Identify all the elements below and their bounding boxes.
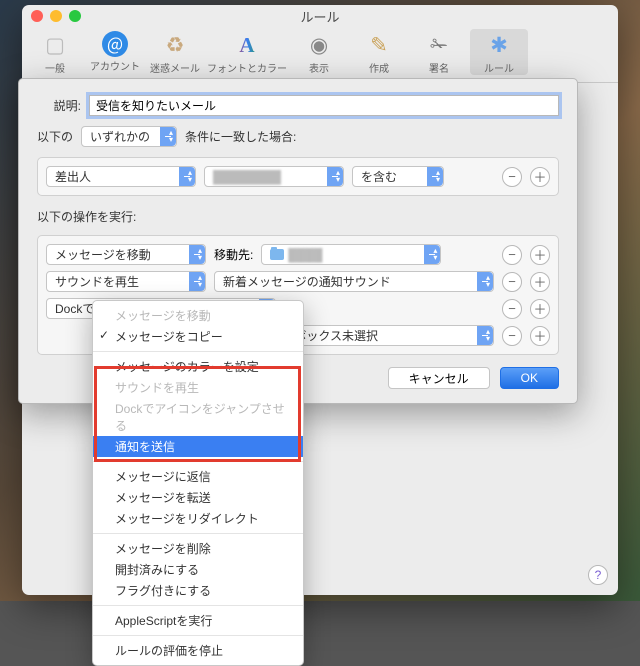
tab-label: 一般: [45, 60, 65, 75]
tab-rules[interactable]: ✱ ルール: [470, 29, 528, 75]
menu-item-reply[interactable]: メッセージに返信: [93, 466, 303, 487]
ok-button[interactable]: OK: [500, 367, 559, 389]
condition-field-popup[interactable]: 差出人▴▾: [46, 166, 196, 187]
tab-signatures[interactable]: ✁ 署名: [410, 29, 468, 75]
junk-icon: ♻: [160, 31, 190, 59]
tab-label: 署名: [429, 60, 449, 75]
description-input[interactable]: [89, 95, 559, 116]
add-condition-button[interactable]: ＋: [530, 167, 550, 187]
signatures-icon: ✁: [424, 31, 454, 59]
tab-fonts[interactable]: A フォントとカラー: [206, 29, 288, 75]
menu-item-copy[interactable]: メッセージをコピー: [93, 326, 303, 347]
menu-item-forward[interactable]: メッセージを転送: [93, 487, 303, 508]
add-action-button[interactable]: ＋: [530, 326, 550, 346]
toolbar: ▢ 一般 ＠ アカウント ♻ 迷惑メール A フォントとカラー ◉ 表示 ✎ 作…: [22, 27, 618, 83]
remove-action-button[interactable]: −: [502, 299, 522, 319]
remove-action-button[interactable]: −: [502, 272, 522, 292]
menu-item-sound: サウンドを再生: [93, 377, 303, 398]
add-action-button[interactable]: ＋: [530, 245, 550, 265]
window-title: ルール: [22, 7, 618, 26]
menu-item-dock: Dockでアイコンをジャンプさせる: [93, 398, 303, 436]
menu-item-notify[interactable]: 通知を送信: [93, 436, 303, 457]
menu-item-move: メッセージを移動: [93, 305, 303, 326]
conditions-group: 差出人▴▾ ████████▴▾ を含む▴▾ − ＋: [37, 157, 559, 196]
menu-item-redirect[interactable]: メッセージをリダイレクト: [93, 508, 303, 529]
remove-action-button[interactable]: −: [502, 326, 522, 346]
move-dest-popup[interactable]: ████▴▾: [261, 244, 441, 265]
sound-popup[interactable]: 新着メッセージの通知サウンド▴▾: [214, 271, 494, 292]
tab-label: フォントとカラー: [207, 60, 287, 75]
tab-label: アカウント: [90, 58, 140, 73]
condition-prefix: 以下の: [37, 128, 73, 145]
tab-label: 作成: [369, 60, 389, 75]
remove-condition-button[interactable]: −: [502, 167, 522, 187]
action-type-popup[interactable]: メッセージを移動▴▾: [46, 244, 206, 265]
fonts-icon: A: [232, 31, 262, 59]
condition-suffix: 条件に一致した場合:: [185, 128, 296, 145]
add-action-button[interactable]: ＋: [530, 272, 550, 292]
action-type-menu: メッセージを移動 メッセージをコピー メッセージのカラーを設定 サウンドを再生 …: [92, 300, 304, 666]
viewing-icon: ◉: [304, 31, 334, 59]
tab-composing[interactable]: ✎ 作成: [350, 29, 408, 75]
at-icon: ＠: [102, 31, 128, 57]
help-button[interactable]: ?: [588, 565, 608, 585]
tab-junk[interactable]: ♻ 迷惑メール: [146, 29, 204, 75]
menu-item-delete[interactable]: メッセージを削除: [93, 538, 303, 559]
general-icon: ▢: [40, 31, 70, 59]
condition-any-popup[interactable]: いずれかの▴▾: [81, 126, 177, 147]
move-dest-label: 移動先:: [214, 246, 253, 263]
menu-item-markread[interactable]: 開封済みにする: [93, 559, 303, 580]
add-action-button[interactable]: ＋: [530, 299, 550, 319]
menu-separator: [93, 635, 303, 636]
actions-label: 以下の操作を実行:: [37, 208, 136, 225]
tab-label: 表示: [309, 60, 329, 75]
rules-icon: ✱: [484, 31, 514, 59]
remove-action-button[interactable]: −: [502, 245, 522, 265]
description-label: 説明:: [37, 97, 81, 114]
menu-separator: [93, 351, 303, 352]
tab-accounts[interactable]: ＠ アカウント: [86, 29, 144, 73]
tab-label: ルール: [484, 60, 514, 75]
condition-op-popup[interactable]: を含む▴▾: [352, 166, 444, 187]
tab-label: 迷惑メール: [150, 60, 200, 75]
menu-separator: [93, 461, 303, 462]
menu-item-flag[interactable]: フラグ付きにする: [93, 580, 303, 601]
cancel-button[interactable]: キャンセル: [388, 367, 490, 389]
titlebar: ルール: [22, 5, 618, 27]
menu-separator: [93, 533, 303, 534]
action-type-popup[interactable]: サウンドを再生▴▾: [46, 271, 206, 292]
tab-general[interactable]: ▢ 一般: [26, 29, 84, 75]
menu-item-stop[interactable]: ルールの評価を停止: [93, 640, 303, 661]
tab-viewing[interactable]: ◉ 表示: [290, 29, 348, 75]
composing-icon: ✎: [364, 31, 394, 59]
menu-item-applescript[interactable]: AppleScriptを実行: [93, 610, 303, 631]
menu-item-color[interactable]: メッセージのカラーを設定: [93, 356, 303, 377]
menu-separator: [93, 605, 303, 606]
condition-value-popup[interactable]: ████████▴▾: [204, 166, 344, 187]
folder-icon: [270, 249, 284, 260]
